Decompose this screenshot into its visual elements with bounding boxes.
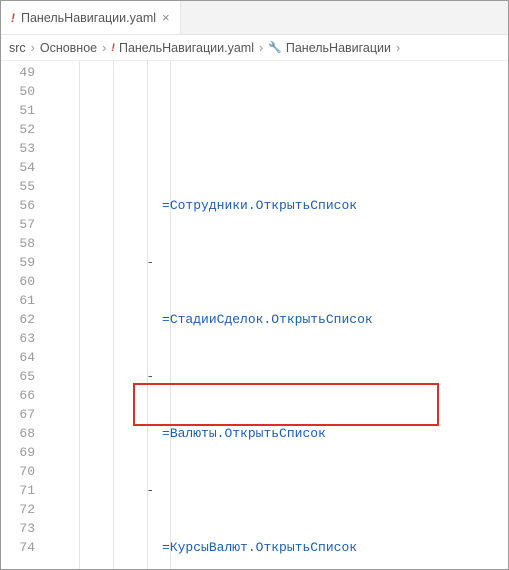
line-gutter: 4950515253545556575859606162636465666768… <box>1 61 45 569</box>
chevron-right-icon: › <box>396 41 400 55</box>
code-area[interactable]: =Сотрудники.ОткрытьСписок - =СтадииСдело… <box>45 61 508 569</box>
chevron-right-icon: › <box>102 41 106 55</box>
line-number: 71 <box>1 481 35 500</box>
line-number: 53 <box>1 139 35 158</box>
crumb-src[interactable]: src <box>9 41 26 55</box>
line-number: 50 <box>1 82 35 101</box>
line-number: 73 <box>1 519 35 538</box>
line-number: 51 <box>1 101 35 120</box>
line-number: 74 <box>1 538 35 557</box>
close-icon[interactable]: × <box>162 10 170 25</box>
tab-active[interactable]: ! ПанельНавигации.yaml × <box>1 1 181 34</box>
line-number: 57 <box>1 215 35 234</box>
crumb-main[interactable]: Основное <box>40 41 97 55</box>
line-number: 49 <box>1 63 35 82</box>
line-number: 67 <box>1 405 35 424</box>
line-number: 55 <box>1 177 35 196</box>
tab-label: ПанельНавигации.yaml <box>21 11 156 25</box>
code-line[interactable]: - <box>45 367 508 386</box>
code-line[interactable]: - <box>45 253 508 272</box>
line-number: 66 <box>1 386 35 405</box>
line-number: 63 <box>1 329 35 348</box>
chevron-right-icon: › <box>31 41 35 55</box>
code-line[interactable]: =СтадииСделок.ОткрытьСписок <box>45 310 508 329</box>
breadcrumbs[interactable]: src › Основное › ! ПанельНавигации.yaml … <box>1 35 508 61</box>
crumb-symbol[interactable]: 🔧 ПанельНавигации <box>268 41 391 55</box>
line-number: 72 <box>1 500 35 519</box>
yaml-icon: ! <box>11 11 15 25</box>
line-number: 68 <box>1 424 35 443</box>
line-number: 64 <box>1 348 35 367</box>
line-number: 69 <box>1 443 35 462</box>
yaml-icon: ! <box>111 42 115 54</box>
code-line[interactable]: =Сотрудники.ОткрытьСписок <box>45 196 508 215</box>
line-number: 52 <box>1 120 35 139</box>
wrench-icon: 🔧 <box>268 41 282 54</box>
line-number: 65 <box>1 367 35 386</box>
tab-bar: ! ПанельНавигации.yaml × <box>1 1 508 35</box>
line-number: 61 <box>1 291 35 310</box>
code-line[interactable]: =КурсыВалют.ОткрытьСписок <box>45 538 508 557</box>
code-line[interactable]: - <box>45 481 508 500</box>
crumb-file[interactable]: ! ПанельНавигации.yaml <box>111 41 254 55</box>
chevron-right-icon: › <box>259 41 263 55</box>
line-number: 56 <box>1 196 35 215</box>
editor[interactable]: 4950515253545556575859606162636465666768… <box>1 61 508 569</box>
code-line[interactable]: =Валюты.ОткрытьСписок <box>45 424 508 443</box>
line-number: 59 <box>1 253 35 272</box>
line-number: 70 <box>1 462 35 481</box>
line-number: 54 <box>1 158 35 177</box>
highlight-annotation <box>133 383 439 426</box>
line-number: 60 <box>1 272 35 291</box>
line-number: 58 <box>1 234 35 253</box>
line-number: 62 <box>1 310 35 329</box>
